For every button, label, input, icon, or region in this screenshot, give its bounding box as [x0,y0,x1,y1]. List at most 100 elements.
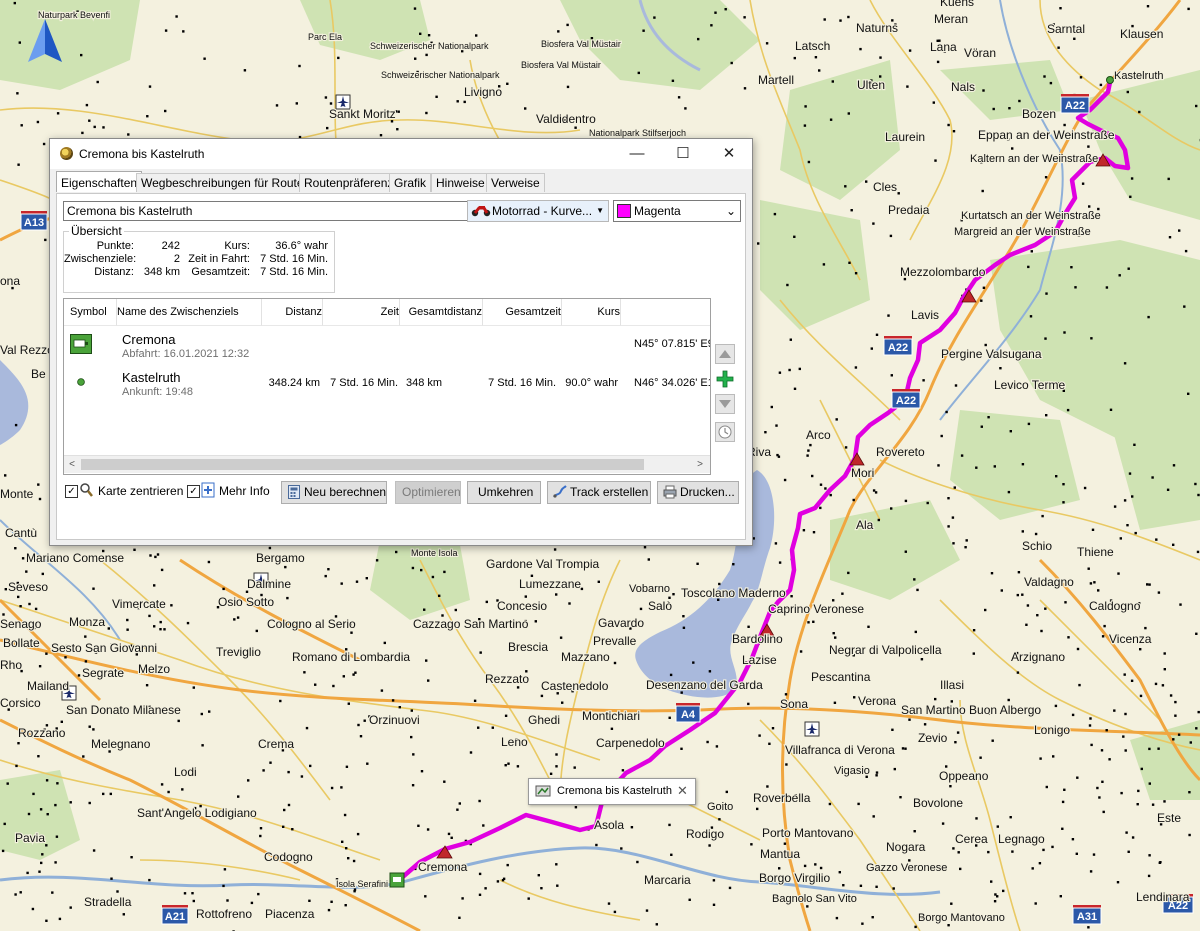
horizontal-scrollbar[interactable]: < > [64,455,710,473]
add-via-icon[interactable] [715,369,735,389]
move-up-icon[interactable] [715,344,735,364]
print-button[interactable]: Drucken... [657,481,739,504]
more-info-checkbox[interactable]: ✓ [187,485,200,498]
route-icon [535,785,551,797]
tab-verweise[interactable]: Verweise [486,173,545,192]
place-label: Bozen [1022,107,1056,121]
place-label: Lendinara [1136,890,1190,904]
place-label: Lodi [174,765,197,779]
place-label: Cremona [418,860,468,874]
place-label: Vigasio [834,765,870,777]
tab-eigenschaften[interactable]: Eigenschaften [56,171,143,192]
place-label: Marcaria [644,873,691,887]
col-total-time[interactable]: Gesamtzeit [483,299,562,326]
tab-routenpraeferenz[interactable]: Routenpräferenz [299,173,399,192]
place-label: Ala [856,518,874,532]
clock-icon[interactable] [715,422,735,442]
col-course[interactable]: Kurs [562,299,621,326]
highway-shield: A21 [161,905,189,925]
row-position: N45° 07.815' E9 [634,338,711,350]
highway-shield: A31 [1072,905,1102,925]
recalculate-button[interactable]: Neu berechnen [281,481,387,504]
place-label: Cologno al Serio [267,617,356,631]
maximize-button[interactable]: ☐ [660,139,706,169]
optimize-label: Optimieren [402,485,461,499]
place-label: Carpenedolo [596,736,665,750]
col-symbol[interactable]: Symbol [64,299,117,326]
place-label: Vöran [964,46,996,60]
place-label: Laurein [885,130,925,144]
tab-wegbeschreibungen[interactable]: Wegbeschreibungen für Routen [136,173,316,192]
place-label: Illasi [940,678,964,692]
place-label: Ghedi [528,713,560,727]
place-label: Romano di Lombardia [292,650,410,664]
place-label: Melegnano [91,737,151,751]
overview-group: Übersicht Punkte: 242 Zwischenziele: 2 D… [63,224,335,293]
col-distance[interactable]: Distanz [262,299,323,326]
place-label: Legnago [998,832,1045,846]
tab-grafik[interactable]: Grafik [389,173,432,192]
place-label: Kuens [940,0,974,9]
scroll-left-icon[interactable]: < [64,456,80,473]
compass-icon[interactable] [27,18,63,63]
row-name: Cremona [122,332,176,347]
tooltip-close-icon[interactable]: ✕ [677,783,688,799]
print-label: Drucken... [680,485,735,499]
row-course: 90.0° wahr [565,377,618,389]
col-time[interactable]: Zeit [323,299,400,326]
shield-text: A22 [1065,100,1085,112]
distance-label: Distanz: [94,266,134,278]
route-name-input[interactable]: Cremona bis Kastelruth [63,201,469,221]
col-name[interactable]: Name des Zwischenziels [117,299,262,326]
place-label: Oppeano [939,769,989,783]
app-icon [60,147,73,160]
place-label: Rovereto [876,445,925,459]
scroll-right-icon[interactable]: > [692,456,708,473]
place-label: Lumezzane [519,577,581,591]
col-total-distance[interactable]: Gesamtdistanz [400,299,483,326]
profile-dropdown[interactable]: Motorrad - Kurve... ▼ [467,200,609,222]
course-value: 36.6° wahr [275,240,328,252]
place-label: San Donato Milanese [66,703,181,717]
place-label: Prevalle [593,634,637,648]
reverse-label: Umkehren [478,485,534,499]
optimize-button[interactable]: Optimieren [395,481,461,504]
minimize-button[interactable]: — [614,139,660,169]
dialog-titlebar[interactable]: Cremona bis Kastelruth — ☐ ✕ [50,139,752,169]
center-map-checkbox[interactable]: ✓ [65,485,78,498]
route-tooltip[interactable]: Cremona bis Kastelruth ✕ [528,778,696,805]
place-label: Val Rezzo [0,343,54,357]
place-label: Nals [951,80,975,94]
end-point-icon[interactable] [1106,76,1114,84]
start-flag-icon[interactable] [389,872,405,888]
printer-icon [663,485,677,499]
highway-shield: A22 [891,389,921,409]
place-label: Valdagno [1024,575,1074,589]
row-total-time: 7 Std. 16 Min. [488,377,556,389]
color-dropdown[interactable]: Magenta ⌄ [613,200,741,222]
row-distance: 348.24 km [268,377,320,389]
move-down-icon[interactable] [715,394,735,414]
start-flag-icon [70,334,92,354]
close-button[interactable]: ✕ [706,139,752,169]
col-position[interactable] [621,299,710,326]
place-label: Gazzo Veronese [866,862,947,874]
reverse-button[interactable]: Umkehren [467,481,541,504]
create-track-button[interactable]: Track erstellen [547,481,651,504]
place-label: Kurtatsch an der Weinstraße [961,210,1101,222]
place-label: Dalmine [247,577,291,591]
highway-shield: A22 [883,336,913,356]
shield-text: A13 [24,217,44,229]
row-time: 7 Std. 16 Min. [330,377,398,389]
scrollbar-thumb[interactable] [81,459,644,470]
dialog-title: Cremona bis Kastelruth [79,147,205,161]
place-label: Arzignano [1011,650,1065,664]
motorcycle-icon [471,206,491,217]
shield-text: A4 [681,709,696,721]
place-label: Klausen [1120,27,1163,41]
tab-hinweise[interactable]: Hinweise [431,173,490,192]
place-label: Brescia [508,640,548,654]
place-label: Livigno [464,85,502,99]
place-label: Lavis [911,308,939,322]
place-label: Corsico [0,696,41,710]
